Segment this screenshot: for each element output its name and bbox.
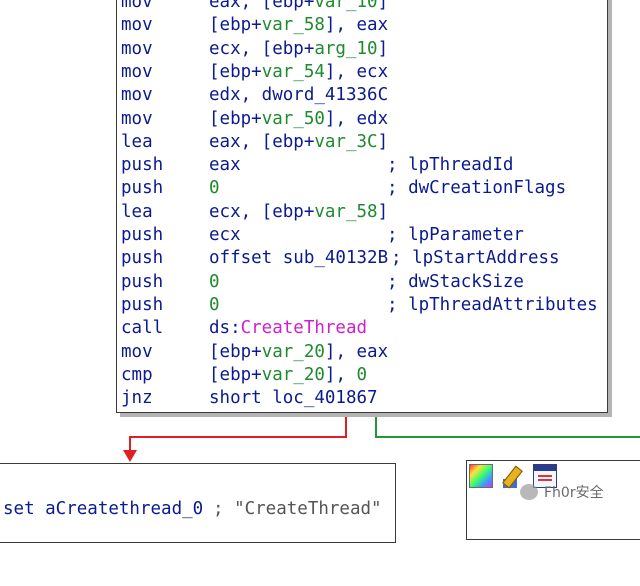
asm-token: [ebp+: [209, 364, 262, 385]
watermark: Fh0r安全: [520, 480, 604, 504]
api-name[interactable]: CreateThread: [241, 318, 367, 338]
false-branch-arrowhead: [123, 450, 137, 462]
asm-token: ds:: [209, 318, 241, 339]
asm-operands: offset sub_40132B: [209, 247, 388, 269]
asm-token: ecx, [ebp+: [209, 201, 315, 222]
stack-variable[interactable]: arg_10: [314, 39, 377, 59]
asm-operands: [ebp+var_58], eax: [209, 14, 388, 36]
asm-token: edx, dword_41336C: [209, 85, 389, 106]
asm-operands: [ebp+var_20], 0: [209, 364, 367, 386]
code-block-createthread[interactable]: mov eax, [ebp+var_10] mov [ebp+var_58], eax…: [116, 0, 608, 413]
asm-mnemonic: mov: [121, 38, 153, 59]
asm-mnemonic: mov: [121, 15, 153, 36]
asm-token: ], eax: [324, 341, 389, 362]
asm-comment: ; dwStackSize: [387, 271, 524, 292]
asm-operands: [ebp+var_54], ecx: [209, 61, 388, 83]
asm-operands: [ebp+var_20], eax: [209, 341, 388, 363]
asm-mnemonic: push: [121, 248, 164, 269]
asm-mnemonic: lea: [121, 201, 153, 222]
asm-token: ]: [377, 131, 389, 152]
asm-token: 0: [356, 364, 368, 385]
asm-mnemonic: push: [121, 225, 164, 245]
asm-mnemonic: mov: [121, 61, 153, 82]
stack-variable[interactable]: var_20: [262, 365, 325, 385]
asm-mnemonic: mov: [121, 0, 153, 12]
asm-mnemonic: mov: [121, 85, 153, 106]
code-block-left[interactable]: set aCreatethread_0 ; "CreateThread": [0, 463, 396, 543]
asm-operands: eax, [ebp+var_10]: [209, 0, 388, 13]
asm-operands: 0: [209, 294, 220, 316]
asm-mnemonic: lea: [121, 131, 153, 152]
watermark-text: Fh0r安全: [544, 485, 604, 501]
asm-operands: 0: [209, 271, 220, 293]
asm-token: ]: [377, 0, 389, 12]
asm-operands: short loc_401867: [209, 387, 378, 409]
asm-token: ], edx: [324, 108, 389, 129]
asm-mnemonic: push: [121, 271, 164, 292]
palette-icon[interactable]: [469, 464, 493, 488]
stack-variable[interactable]: var_58: [314, 202, 377, 222]
asm-mnemonic: call: [121, 318, 164, 339]
asm-token: eax: [209, 155, 241, 176]
asm-operands: [ebp+var_50], edx: [209, 108, 388, 130]
asm-operands: ecx, [ebp+var_58]: [209, 201, 388, 223]
asm-token: 0: [209, 271, 220, 292]
asm-comment: ; dwCreationFlags: [387, 178, 567, 199]
asm-mnemonic: cmp: [121, 364, 153, 385]
false-branch-edge: [129, 413, 347, 456]
asm-mnemonic: mov: [121, 108, 153, 129]
asm-comment: ; "CreateThread": [213, 499, 382, 519]
asm-token: ecx: [209, 225, 241, 245]
asm-operands: 0: [209, 177, 220, 199]
asm-mnemonic: mov: [121, 341, 153, 362]
asm-mnemonic: push: [121, 294, 164, 315]
asm-operands: ecx, [ebp+arg_10]: [209, 38, 388, 60]
asm-mnemonic: push: [121, 155, 164, 176]
stack-variable[interactable]: var_50: [262, 109, 325, 129]
asm-token: offset sub_40132B: [209, 248, 389, 269]
stack-variable[interactable]: var_54: [262, 62, 325, 82]
asm-operands: ecx: [209, 224, 241, 246]
true-branch-edge: [375, 413, 640, 438]
asm-token: [ebp+: [209, 341, 262, 362]
wechat-logo-icon: [520, 484, 538, 500]
asm-token: 0: [209, 294, 220, 315]
asm-mnemonic: jnz: [121, 388, 153, 409]
asm-token: [ebp+: [209, 61, 262, 82]
asm-token: short loc_401867: [209, 388, 378, 409]
asm-operands: eax: [209, 154, 241, 176]
asm-token: 0: [209, 178, 220, 199]
asm-operands: edx, dword_41336C: [209, 84, 388, 106]
asm-operands: eax, [ebp+var_3C]: [209, 131, 388, 153]
asm-operands: ds:CreateThread: [209, 317, 367, 339]
asm-token: eax, [ebp+: [209, 131, 315, 152]
asm-comment: ; lpThreadId: [387, 155, 514, 176]
asm-token: [ebp+: [209, 108, 262, 129]
asm-token: eax, [ebp+: [209, 0, 315, 12]
asm-token: ], eax: [324, 15, 389, 36]
asm-operands: set aCreatethread_0: [3, 498, 203, 520]
stack-variable[interactable]: var_58: [262, 15, 325, 35]
asm-comment: ; lpThreadAttributes: [387, 294, 598, 315]
asm-token: [ebp+: [209, 15, 262, 36]
asm-comment: ; lpStartAddress: [391, 248, 560, 269]
asm-mnemonic: push: [121, 178, 164, 199]
stack-variable[interactable]: var_3C: [314, 132, 377, 152]
stack-variable[interactable]: var_10: [314, 0, 377, 12]
asm-token: ]: [377, 201, 389, 222]
asm-comment: ; lpParameter: [387, 225, 524, 245]
asm-token: ecx, [ebp+: [209, 38, 315, 59]
asm-token: ],: [324, 364, 357, 385]
stack-variable[interactable]: var_20: [262, 342, 325, 362]
asm-token: ]: [377, 38, 389, 59]
asm-token: ], ecx: [324, 61, 389, 82]
asm-line-push-string[interactable]: set aCreatethread_0 ; "CreateThread": [3, 498, 382, 520]
asm-token: set aCreatethread_0: [3, 499, 204, 519]
